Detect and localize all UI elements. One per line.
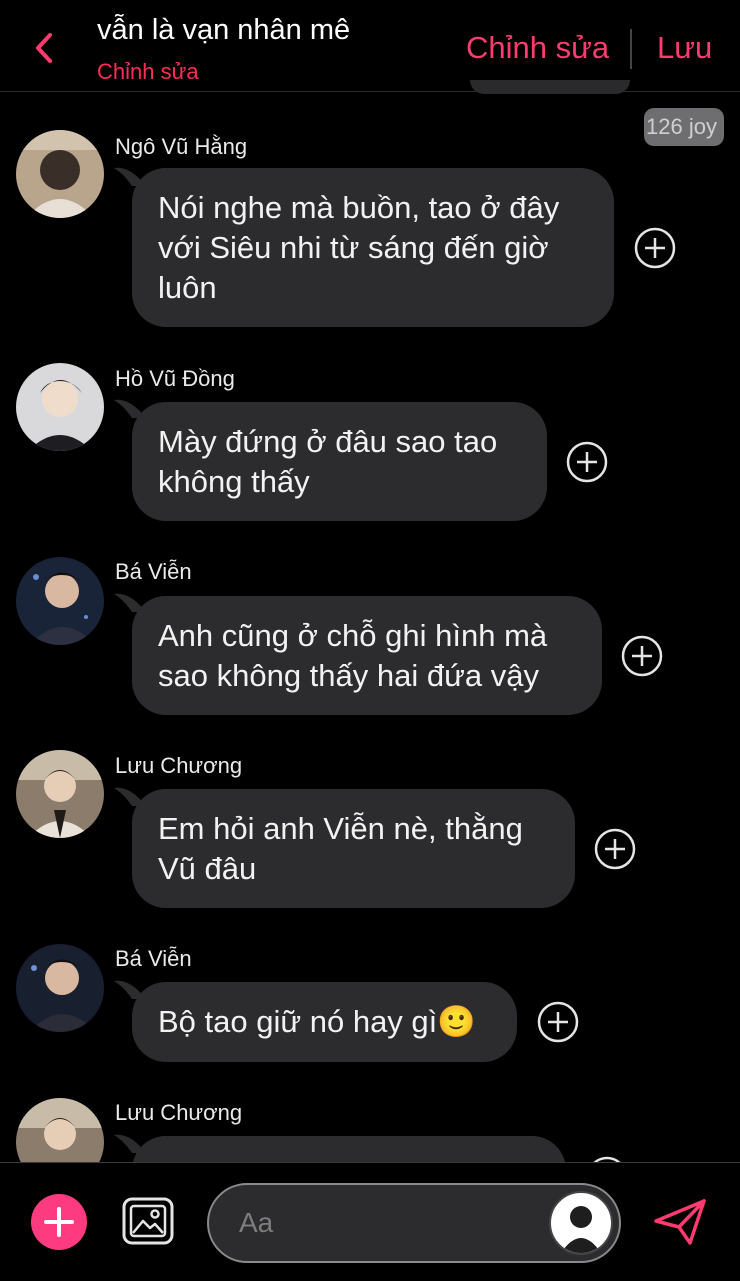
add-reaction-icon[interactable]	[621, 635, 663, 677]
message-bubble[interactable]: Em hỏi anh Viễn nè, thằng Vũ đâu	[132, 789, 575, 908]
avatar[interactable]	[16, 557, 104, 645]
add-reaction-icon[interactable]	[566, 441, 608, 483]
avatar[interactable]	[16, 130, 104, 218]
edit-button[interactable]: Chỉnh sửa	[466, 30, 609, 66]
sender-name: Bá Viễn	[115, 946, 192, 971]
joy-badge: 126 joy	[644, 108, 724, 146]
sender-name: Hồ Vũ Đồng	[115, 366, 235, 391]
avatar[interactable]	[16, 750, 104, 838]
sender-name: Bá Viễn	[115, 559, 192, 584]
sender-name: Lưu Chương	[115, 1100, 243, 1125]
message-bubble[interactable]	[132, 1136, 566, 1162]
chat-title: vẫn là vạn nhân mê	[97, 14, 351, 46]
message-bubble[interactable]: Anh cũng ở chỗ ghi hình mà sao không thấ…	[132, 596, 602, 715]
chat-header: vẫn là vạn nhân mê Chỉnh sửa Chỉnh sửa L…	[0, 0, 740, 94]
send-icon[interactable]	[652, 1197, 708, 1247]
message-feed[interactable]: Ngô Vũ Hằng Nói nghe mà buồn, tao ở đây …	[0, 92, 740, 1162]
add-reaction-icon[interactable]	[537, 1001, 579, 1043]
save-button[interactable]: Lưu	[657, 30, 712, 66]
add-button[interactable]	[31, 1194, 87, 1250]
message-bubble[interactable]: Bộ tao giữ nó hay gì🙂	[132, 982, 517, 1062]
message-bubble[interactable]: Mày đứng ở đâu sao tao không thấy	[132, 402, 547, 521]
header-divider	[630, 29, 632, 69]
image-icon[interactable]	[122, 1197, 174, 1245]
message-input-placeholder: Aa	[239, 1207, 274, 1238]
avatar[interactable]	[16, 1098, 104, 1162]
avatar[interactable]	[16, 944, 104, 1032]
message-bubble[interactable]: Nói nghe mà buồn, tao ở đây với Siêu nhi…	[132, 168, 614, 327]
message-input[interactable]: Aa	[207, 1183, 621, 1263]
add-reaction-icon[interactable]	[594, 828, 636, 870]
plus-icon	[44, 1207, 74, 1237]
avatar[interactable]	[16, 363, 104, 451]
avatar-icon[interactable]	[549, 1191, 613, 1255]
back-chevron-icon[interactable]	[30, 30, 60, 66]
sender-name: Ngô Vũ Hằng	[115, 134, 248, 159]
sender-name: Lưu Chương	[115, 753, 243, 778]
add-reaction-icon[interactable]	[634, 227, 676, 269]
chat-subtitle[interactable]: Chỉnh sửa	[97, 59, 199, 85]
composer-bar: Aa	[0, 1162, 740, 1281]
